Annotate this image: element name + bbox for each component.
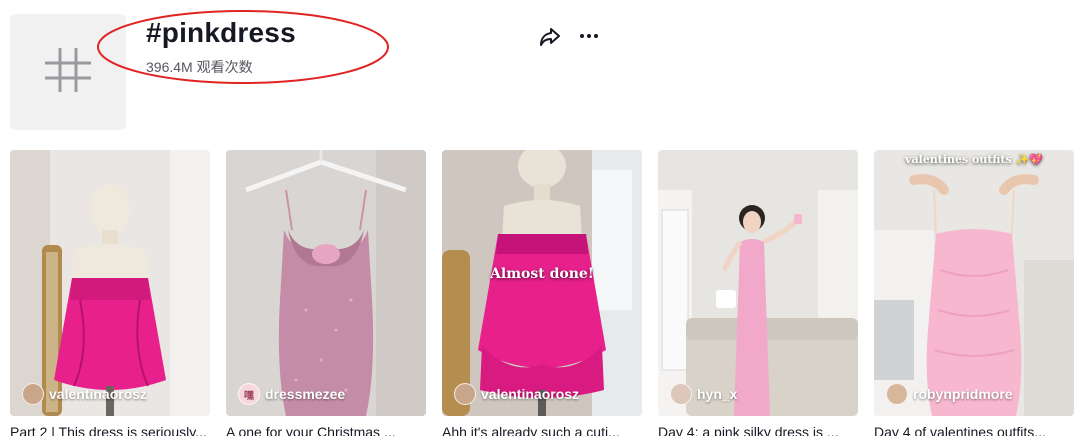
author-name: dressmezee [265,386,346,402]
video-author[interactable]: 嘿 dressmezee [238,383,345,405]
hashtag-icon [42,44,94,101]
video-caption[interactable]: A one for your Christmas ... [226,424,426,436]
video-overlay-text: valentines outfits ✨💖 [905,153,1043,166]
more-icon [577,24,601,53]
author-name: robynpridmore [913,386,1013,402]
author-name: valentinaorosz [49,386,148,402]
author-avatar [886,383,908,405]
hashtag-page: #pinkdress 396.4M 观看次数 valentinaorosz Pa… [0,0,1080,436]
author-name: hyn_x [697,386,738,402]
hashtag-avatar [10,14,126,130]
video-overlay-text: Almost done! [490,266,594,282]
video-thumbnail-image [874,150,1074,416]
video-card[interactable]: 嘿 dressmezee A one for your Christmas ..… [226,150,426,436]
video-caption[interactable]: Day 4: a pink silky dress is ... [658,424,858,436]
video-card[interactable]: Almost done! valentinaorosz Ahh it's alr… [442,150,642,436]
view-count: 396.4M 观看次数 [146,59,253,75]
video-author[interactable]: valentinaorosz [454,383,579,405]
video-thumbnail-image [226,150,426,416]
page-title: #pinkdress [146,17,296,48]
video-thumbnail[interactable]: valentines outfits ✨💖 robynpridmore [874,150,1074,416]
video-card[interactable]: valentines outfits ✨💖 robynpridmore Day … [874,150,1074,436]
more-options-button[interactable] [575,24,603,52]
video-thumbnail[interactable]: Almost done! valentinaorosz [442,150,642,416]
video-thumbnail[interactable]: hyn_x [658,150,858,416]
video-author[interactable]: valentinaorosz [22,383,147,405]
video-author[interactable]: robynpridmore [886,383,1013,405]
share-button[interactable] [536,24,564,52]
video-thumbnail-image [10,150,210,416]
video-thumbnail[interactable]: 嘿 dressmezee [226,150,426,416]
video-thumbnail-image [658,150,858,416]
video-grid: valentinaorosz Part 2 | This dress is se… [10,150,1074,436]
video-caption[interactable]: Part 2 | This dress is seriously... [10,424,210,436]
author-name: valentinaorosz [481,386,580,402]
video-card[interactable]: valentinaorosz Part 2 | This dress is se… [10,150,210,436]
share-icon [538,24,562,53]
author-avatar [670,383,692,405]
author-avatar [454,383,476,405]
author-avatar: 嘿 [238,383,260,405]
video-thumbnail[interactable]: valentinaorosz [10,150,210,416]
author-avatar [22,383,44,405]
video-thumbnail-image [442,150,642,416]
video-caption[interactable]: Day 4 of valentines outfits... [874,424,1074,436]
video-caption[interactable]: Ahh it's already such a cuti... [442,424,642,436]
video-card[interactable]: hyn_x Day 4: a pink silky dress is ... [658,150,858,436]
video-author[interactable]: hyn_x [670,383,737,405]
